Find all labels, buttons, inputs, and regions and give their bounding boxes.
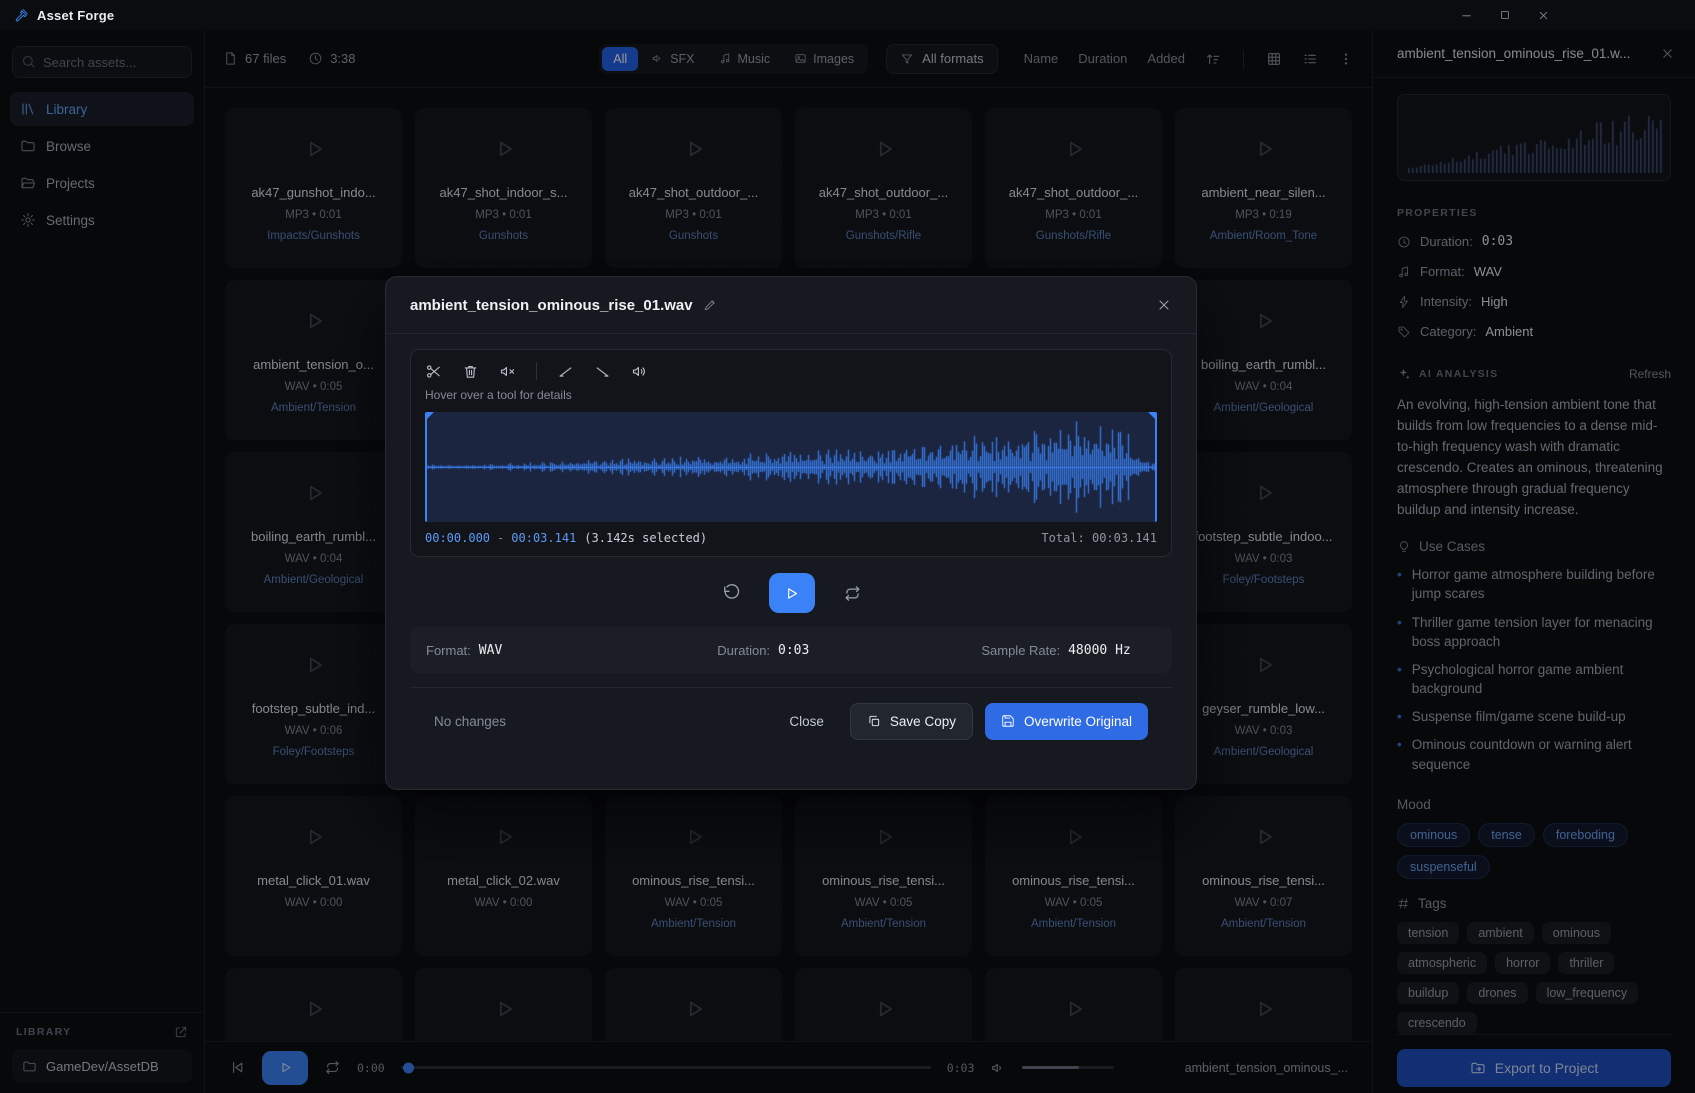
app-title: Asset Forge xyxy=(37,8,114,23)
window-controls xyxy=(1460,9,1550,22)
audio-editor-dialog: ambient_tension_ominous_rise_01.wav Hove… xyxy=(385,276,1197,790)
file-info-bar: Format: WAV Duration: 0:03 Sample Rate: … xyxy=(410,627,1172,673)
changes-status: No changes xyxy=(434,714,506,729)
close-dialog-button[interactable]: Close xyxy=(775,714,838,729)
selection-length-note: (3.142s selected) xyxy=(584,531,707,545)
waveform-editor-panel: Hover over a tool for details 00:00.000 … xyxy=(410,349,1172,557)
delete-tool-icon[interactable] xyxy=(462,363,479,380)
tool-divider xyxy=(536,362,537,380)
info-format: Format: WAV xyxy=(426,643,502,658)
close-window-button[interactable] xyxy=(1537,9,1550,22)
selection-separator: - xyxy=(497,531,504,545)
selection-handle-right[interactable] xyxy=(1155,412,1157,522)
maximize-button[interactable] xyxy=(1499,9,1511,22)
selection-start-time: 00:00.000 xyxy=(425,531,490,545)
loop-icon[interactable] xyxy=(843,584,862,603)
selection-handle-right-grip[interactable] xyxy=(1148,412,1157,421)
cut-tool-icon[interactable] xyxy=(425,363,442,380)
app-root: Asset Forge Library Browse Projec xyxy=(0,0,1695,1093)
mute-tool-icon[interactable] xyxy=(499,363,516,380)
preview-play-button[interactable] xyxy=(769,573,815,613)
info-sample-rate: Sample Rate: 48000 Hz xyxy=(981,643,1130,658)
dialog-title: ambient_tension_ominous_rise_01.wav xyxy=(410,297,693,314)
waveform-editor[interactable] xyxy=(425,412,1157,522)
total-duration-label: Total: 00:03.141 xyxy=(1041,531,1157,545)
minimize-button[interactable] xyxy=(1460,9,1473,22)
save-copy-button[interactable]: Save Copy xyxy=(850,703,973,740)
restart-icon[interactable] xyxy=(721,583,741,603)
titlebar: Asset Forge xyxy=(0,0,1695,30)
fade-in-tool-icon[interactable] xyxy=(557,363,574,380)
fade-out-tool-icon[interactable] xyxy=(594,363,611,380)
overwrite-original-button[interactable]: Overwrite Original xyxy=(985,703,1148,740)
copy-icon xyxy=(867,714,881,728)
hammer-logo-icon xyxy=(14,8,29,23)
selection-handle-left[interactable] xyxy=(425,412,427,522)
selection-handle-left-grip[interactable] xyxy=(425,412,434,421)
edit-name-icon[interactable] xyxy=(703,298,717,312)
save-icon xyxy=(1001,714,1015,728)
close-dialog-icon[interactable] xyxy=(1156,297,1172,313)
info-duration: Duration: 0:03 xyxy=(717,643,809,658)
tool-hint: Hover over a tool for details xyxy=(411,386,1171,412)
selection-end-time: 00:03.141 xyxy=(511,531,576,545)
volume-tool-icon[interactable] xyxy=(631,363,648,380)
